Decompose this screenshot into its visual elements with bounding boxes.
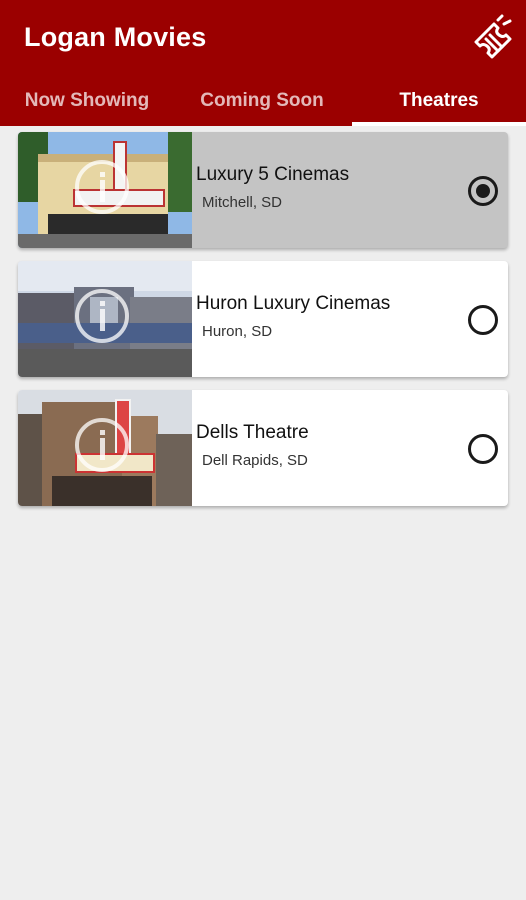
active-tab-indicator xyxy=(352,122,526,126)
tab-coming-soon[interactable]: Coming Soon xyxy=(174,76,350,126)
theatre-location: Dell Rapids, SD xyxy=(202,452,308,469)
theatre-location: Mitchell, SD xyxy=(202,194,283,211)
info-icon[interactable] xyxy=(75,418,129,472)
info-icon[interactable] xyxy=(75,160,129,214)
theatre-name: Luxury 5 Cinemas xyxy=(196,164,350,185)
theatre-radio[interactable] xyxy=(468,305,498,335)
app-title: Logan Movies xyxy=(24,22,207,52)
theatre-location: Huron, SD xyxy=(202,323,273,340)
theatre-name: Dells Theatre xyxy=(196,422,309,443)
theatre-radio[interactable] xyxy=(468,434,498,464)
theatre-radio-selected[interactable] xyxy=(468,176,498,206)
theatre-card-huron[interactable]: Huron Luxury Cinemas Huron, SD xyxy=(18,261,508,377)
tab-now-showing[interactable]: Now Showing xyxy=(0,76,174,126)
theatre-photo xyxy=(18,261,192,377)
theatre-photo xyxy=(18,132,192,248)
app-bar: Logan Movies Now Showing Coming Soon The… xyxy=(0,0,526,126)
tab-theatres[interactable]: Theatres xyxy=(352,76,526,126)
info-icon[interactable] xyxy=(75,289,129,343)
theatre-card-luxury-5[interactable]: Luxury 5 Cinemas Mitchell, SD xyxy=(18,132,508,248)
theatre-name: Huron Luxury Cinemas xyxy=(196,293,391,314)
theatre-photo xyxy=(18,390,192,506)
ticket-icon[interactable] xyxy=(468,14,516,64)
tab-bar: Now Showing Coming Soon Theatres xyxy=(0,76,526,126)
theatre-card-dells[interactable]: Dells Theatre Dell Rapids, SD xyxy=(18,390,508,506)
